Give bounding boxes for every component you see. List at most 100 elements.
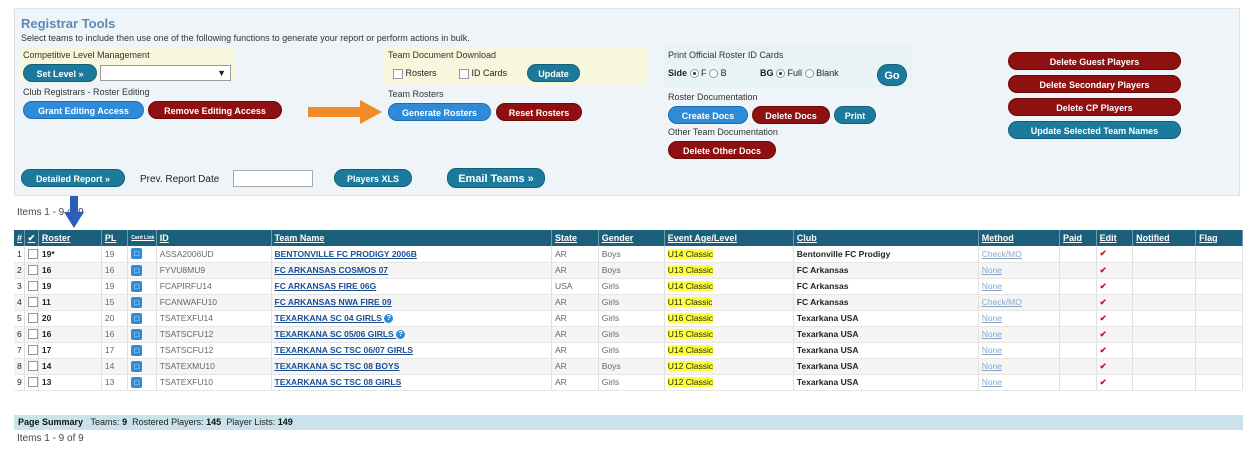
- create-docs-button[interactable]: Create Docs: [668, 106, 748, 124]
- col-club[interactable]: Club: [793, 230, 979, 246]
- grant-editing-button[interactable]: Grant Editing Access: [23, 101, 144, 119]
- edit-check-icon[interactable]: ✔: [1100, 265, 1107, 275]
- row-checkbox[interactable]: [27, 249, 38, 260]
- edit-check-icon[interactable]: ✔: [1100, 281, 1107, 291]
- card-link-icon[interactable]: □: [131, 280, 143, 292]
- col-card-link[interactable]: Card Link: [127, 230, 157, 246]
- generate-rosters-button[interactable]: Generate Rosters: [388, 103, 491, 121]
- row-team-name-cell[interactable]: BENTONVILLE FC PRODIGY 2006B: [271, 246, 552, 263]
- reset-rosters-button[interactable]: Reset Rosters: [496, 103, 582, 121]
- row-team-name[interactable]: TEXARKANA SC TSC 06/07 GIRLS: [275, 345, 414, 355]
- set-level-button[interactable]: Set Level »: [23, 64, 97, 82]
- go-button[interactable]: Go: [877, 64, 907, 86]
- col-flag[interactable]: Flag: [1195, 230, 1243, 246]
- row-team-name-cell[interactable]: TEXARKANA SC 04 GIRLS ?: [271, 310, 552, 327]
- row-checkbox[interactable]: [27, 281, 38, 292]
- row-method[interactable]: None: [978, 374, 1061, 391]
- row-team-name-cell[interactable]: TEXARKANA SC TSC 08 BOYS: [271, 358, 552, 375]
- delete-other-docs-button[interactable]: Delete Other Docs: [668, 141, 776, 159]
- rosters-checkbox[interactable]: [393, 68, 403, 79]
- col-select[interactable]: ✔: [24, 230, 39, 246]
- edit-check-icon[interactable]: ✔: [1100, 329, 1107, 339]
- edit-check-icon[interactable]: ✔: [1100, 361, 1107, 371]
- col-roster[interactable]: Roster: [38, 230, 102, 246]
- card-link-icon[interactable]: □: [131, 344, 143, 356]
- side-b-radio[interactable]: [709, 69, 719, 79]
- row-team-name[interactable]: TEXARKANA SC TSC 08 GIRLS: [275, 377, 402, 387]
- edit-check-icon[interactable]: ✔: [1100, 297, 1107, 307]
- edit-check-icon[interactable]: ✔: [1100, 345, 1107, 355]
- level-select[interactable]: ▼: [100, 65, 231, 81]
- row-team-name[interactable]: BENTONVILLE FC PRODIGY 2006B: [275, 249, 417, 259]
- detailed-report-button[interactable]: Detailed Report »: [21, 169, 125, 187]
- row-team-name[interactable]: TEXARKANA SC 04 GIRLS: [275, 313, 382, 323]
- email-teams-button[interactable]: Email Teams »: [447, 168, 545, 188]
- players-xls-button[interactable]: Players XLS: [334, 169, 412, 187]
- delete-guest-players-button[interactable]: Delete Guest Players: [1008, 52, 1181, 70]
- row-team-name[interactable]: FC ARKANSAS NWA FIRE 09: [275, 297, 392, 307]
- row-checkbox[interactable]: [27, 345, 38, 356]
- edit-check-icon[interactable]: ✔: [1100, 248, 1107, 258]
- blue-arrow-icon: [64, 196, 84, 228]
- card-link-icon[interactable]: □: [131, 328, 143, 340]
- card-link-icon[interactable]: □: [131, 264, 143, 276]
- col-pl[interactable]: PL: [101, 230, 129, 246]
- prev-report-date-input[interactable]: [233, 170, 313, 187]
- row-team-name[interactable]: FC ARKANSAS COSMOS 07: [275, 265, 389, 275]
- remove-editing-button[interactable]: Remove Editing Access: [148, 101, 282, 119]
- col-notified[interactable]: Notified: [1132, 230, 1197, 246]
- card-link-icon[interactable]: □: [131, 312, 143, 324]
- row-method[interactable]: None: [978, 326, 1061, 343]
- row-method[interactable]: None: [978, 310, 1061, 327]
- print-button[interactable]: Print: [834, 106, 876, 124]
- row-method[interactable]: None: [978, 262, 1061, 279]
- bg-full-radio[interactable]: [776, 69, 786, 79]
- row-method[interactable]: None: [978, 278, 1061, 295]
- row-team-name-cell[interactable]: TEXARKANA SC TSC 08 GIRLS: [271, 374, 552, 391]
- row-checkbox[interactable]: [27, 329, 38, 340]
- col-id[interactable]: ID: [156, 230, 272, 246]
- card-link-icon[interactable]: □: [131, 376, 143, 388]
- row-method[interactable]: Check/MO: [978, 294, 1061, 311]
- update-button[interactable]: Update: [527, 64, 580, 82]
- card-link-icon[interactable]: □: [131, 360, 143, 372]
- card-link-icon[interactable]: □: [131, 248, 143, 260]
- row-team-name[interactable]: TEXARKANA SC TSC 08 BOYS: [275, 361, 400, 371]
- row-checkbox[interactable]: [27, 361, 38, 372]
- row-notified: [1132, 262, 1197, 279]
- row-team-name-cell[interactable]: TEXARKANA SC 05/06 GIRLS ?: [271, 326, 552, 343]
- row-checkbox[interactable]: [27, 313, 38, 324]
- update-team-names-button[interactable]: Update Selected Team Names: [1008, 121, 1181, 139]
- edit-check-icon[interactable]: ✔: [1100, 377, 1107, 387]
- delete-docs-button[interactable]: Delete Docs: [752, 106, 830, 124]
- delete-cp-players-button[interactable]: Delete CP Players: [1008, 98, 1181, 116]
- col-edit[interactable]: Edit: [1096, 230, 1134, 246]
- row-team-name-cell[interactable]: FC ARKANSAS FIRE 06G: [271, 278, 552, 295]
- id-cards-checkbox[interactable]: [459, 68, 469, 79]
- bg-blank-radio[interactable]: [804, 69, 814, 79]
- row-team-name-cell[interactable]: FC ARKANSAS COSMOS 07: [271, 262, 552, 279]
- side-f-radio[interactable]: [689, 69, 699, 79]
- col-paid[interactable]: Paid: [1059, 230, 1097, 246]
- col-event-age-level[interactable]: Event Age/Level: [664, 230, 794, 246]
- col-method[interactable]: Method: [978, 230, 1061, 246]
- row-checkbox[interactable]: [27, 297, 38, 308]
- row-checkbox[interactable]: [27, 265, 38, 276]
- row-method[interactable]: None: [978, 358, 1061, 375]
- row-team-name[interactable]: FC ARKANSAS FIRE 06G: [275, 281, 377, 291]
- row-method[interactable]: Check/MO: [978, 246, 1061, 263]
- row-team-name-cell[interactable]: TEXARKANA SC TSC 06/07 GIRLS: [271, 342, 552, 359]
- col-state[interactable]: State: [551, 230, 599, 246]
- row-pl: 15: [101, 294, 129, 311]
- row-method[interactable]: None: [978, 342, 1061, 359]
- row-team-name-cell[interactable]: FC ARKANSAS NWA FIRE 09: [271, 294, 552, 311]
- row-team-name[interactable]: TEXARKANA SC 05/06 GIRLS: [275, 329, 394, 339]
- info-icon[interactable]: ?: [396, 330, 406, 340]
- delete-secondary-players-button[interactable]: Delete Secondary Players: [1008, 75, 1181, 93]
- col-gender[interactable]: Gender: [598, 230, 665, 246]
- card-link-icon[interactable]: □: [131, 296, 143, 308]
- col-team-name[interactable]: Team Name: [271, 230, 552, 246]
- info-icon[interactable]: ?: [384, 314, 394, 324]
- edit-check-icon[interactable]: ✔: [1100, 313, 1107, 323]
- row-checkbox[interactable]: [27, 377, 38, 388]
